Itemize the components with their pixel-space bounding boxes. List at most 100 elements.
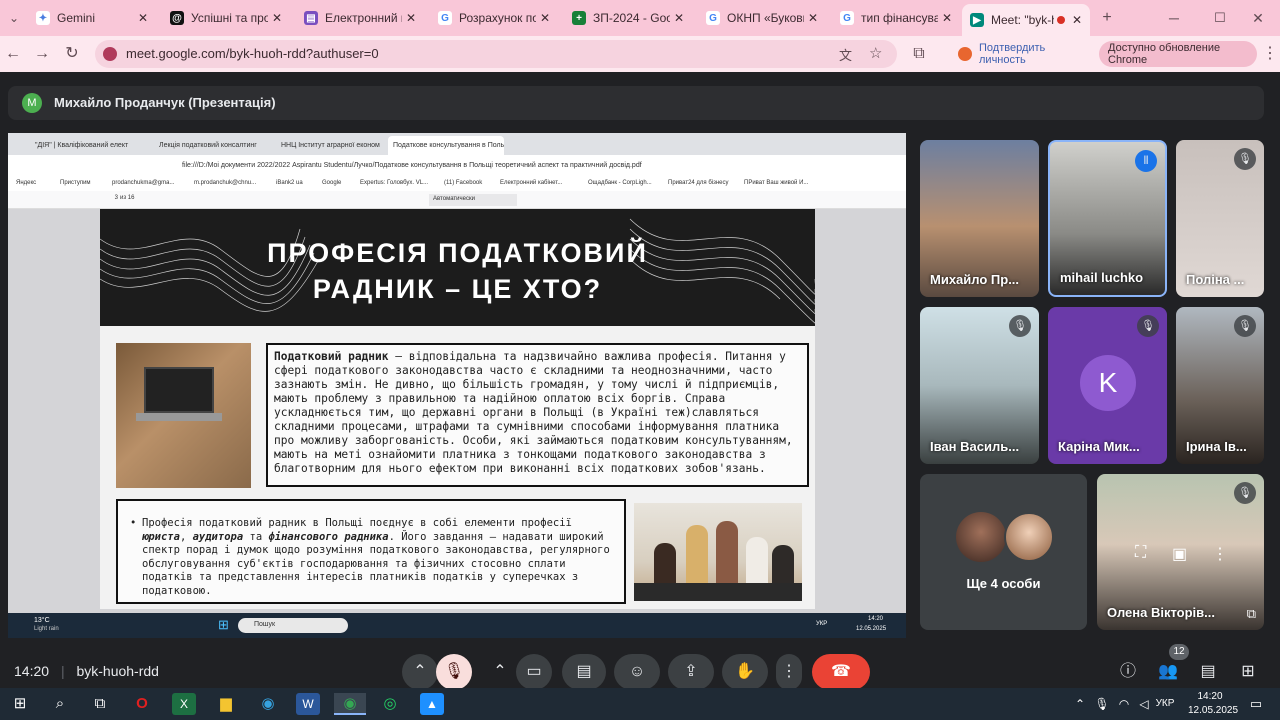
close-icon[interactable]: ✕ xyxy=(406,11,416,25)
browser-tab-bar: ⌄ ✦Gemini✕ @Успішні та пров✕ ▤Електронни… xyxy=(0,0,1280,36)
chat-button[interactable]: ▤ xyxy=(1192,654,1224,690)
tab-cabinet[interactable]: ▤Електронний ка✕ xyxy=(296,4,424,32)
language-indicator[interactable]: УКР xyxy=(1152,693,1178,715)
camera-icon: ▭ xyxy=(526,663,542,680)
excel-icon[interactable]: X xyxy=(172,693,196,715)
laptop-photo xyxy=(116,343,251,488)
chrome-icon[interactable]: ◉ xyxy=(334,693,366,715)
shared-bookmarks-bar: Яндекс Приступим prodanchukma@gma... m.p… xyxy=(8,177,906,191)
meeting-details-button[interactable]: ⓘ xyxy=(1112,654,1144,690)
google-icon: G xyxy=(438,11,452,25)
more-icon[interactable]: ⋮ xyxy=(1212,544,1228,564)
participant-tile-speaking[interactable]: ⦀ mihail luchko xyxy=(1048,140,1167,297)
translate-icon[interactable]: 文 xyxy=(839,45,852,64)
camera-button[interactable]: ▭ xyxy=(516,654,552,690)
tab-finansuvannya[interactable]: Gтип фінансуван✕ xyxy=(832,4,960,32)
people-count-badge: 12 xyxy=(1169,644,1189,660)
others-tile[interactable]: Ще 4 особи xyxy=(920,474,1087,630)
tab-threads[interactable]: @Успішні та пров✕ xyxy=(162,4,290,32)
new-tab-button[interactable]: + xyxy=(1097,8,1117,28)
captions-icon: ▤ xyxy=(576,663,592,680)
mic-off-icon: 🎙 xyxy=(1137,315,1159,337)
tray-chevron-icon[interactable]: ⌃ xyxy=(1068,693,1092,715)
menu-icon[interactable]: ⋮ xyxy=(1260,44,1280,64)
participant-tile[interactable]: 🎙 Іван Василь... xyxy=(920,307,1039,464)
shared-tab: ННЦ Інститут аграрної економ xyxy=(281,142,380,149)
search-icon[interactable]: ⌕ xyxy=(48,693,72,715)
more-options-button[interactable]: ⋮ xyxy=(776,654,802,690)
bullet-marker: • xyxy=(130,517,137,529)
present-icon: ⇪ xyxy=(684,663,698,680)
close-icon[interactable]: ✕ xyxy=(808,11,818,25)
edge-icon[interactable]: ◉ xyxy=(256,693,280,715)
tab-meet[interactable]: ▶ Meet: "byk-h ✕ xyxy=(962,4,1090,36)
frame-icon[interactable]: ⛶ xyxy=(1135,544,1146,562)
opera-icon[interactable]: O xyxy=(130,693,154,715)
pdf-viewer: ПРОФЕСІЯ ПОДАТКОВИЙ РАДНИК – ЦЕ ХТО? Под… xyxy=(8,209,906,613)
close-icon[interactable]: ✕ xyxy=(138,11,148,25)
google-icon: G xyxy=(840,11,854,25)
close-icon[interactable]: ✕ xyxy=(272,11,282,25)
presenter-name: Михайло Проданчук (Презентація) xyxy=(54,95,276,110)
bookmark-star-icon[interactable]: ☆ xyxy=(869,44,882,62)
whatsapp-icon[interactable]: ◎ xyxy=(378,693,402,715)
recording-dot-icon xyxy=(1056,16,1065,24)
captions-button[interactable]: ▤ xyxy=(562,654,606,690)
emoji-button[interactable]: ☺ xyxy=(614,654,660,690)
info-icon: ⓘ xyxy=(1119,663,1136,680)
pip-icon[interactable]: ⧉ xyxy=(1247,606,1256,622)
participant-tile[interactable]: 🎙 K Каріна Мик... xyxy=(1048,307,1167,464)
team-photo xyxy=(634,503,802,601)
leave-call-button[interactable]: ☎ xyxy=(812,654,870,690)
threads-icon: @ xyxy=(170,11,184,25)
chrome-update-button[interactable]: Доступно обновление Chrome xyxy=(1099,41,1257,67)
participant-tile[interactable]: 🎙 Ірина Ів... xyxy=(1176,307,1264,464)
minimize-icon[interactable]: ─ xyxy=(1164,8,1184,28)
hand-icon: ✋ xyxy=(735,663,755,680)
raise-hand-button[interactable]: ✋ xyxy=(722,654,768,690)
audio-options-button[interactable]: ⌃ xyxy=(402,654,438,690)
people-button[interactable]: 👥 12 xyxy=(1152,644,1189,690)
slide-page: ПРОФЕСІЯ ПОДАТКОВИЙ РАДНИК – ЦЕ ХТО? Под… xyxy=(100,209,815,609)
file-explorer-icon[interactable]: ▆ xyxy=(214,693,238,715)
windows-start-icon[interactable]: ⊞ xyxy=(8,693,32,715)
reload-icon[interactable]: ↻ xyxy=(62,44,82,64)
mic-off-icon: 🎙 xyxy=(1009,315,1031,337)
site-info-icon[interactable] xyxy=(103,47,117,61)
activities-button[interactable]: ⊞ xyxy=(1232,654,1264,690)
forward-icon[interactable]: → xyxy=(32,44,52,64)
notifications-icon[interactable]: ▭ xyxy=(1244,693,1268,715)
close-icon[interactable]: ✕ xyxy=(674,11,684,25)
participant-tile[interactable]: 🎙 Поліна ... xyxy=(1176,140,1264,297)
maximize-icon[interactable]: ☐ xyxy=(1210,8,1230,28)
present-button[interactable]: ⇪ xyxy=(668,654,714,690)
word-icon[interactable]: W xyxy=(296,693,320,715)
shared-screen: "ДІЯ" | Кваліфікований елект Лекція пода… xyxy=(8,133,906,638)
close-icon[interactable]: ✕ xyxy=(1072,13,1082,27)
tab-rozrahunok[interactable]: G Розрахунок пок ✕ xyxy=(430,4,558,32)
address-bar[interactable]: meet.google.com/byk-huoh-rdd?authuser=0 … xyxy=(95,40,897,68)
participant-tile[interactable]: Михайло Пр... xyxy=(920,140,1039,297)
mic-off-button[interactable]: 🎙 xyxy=(436,654,472,690)
tab-zp2024[interactable]: +ЗП-2024 - Goog✕ xyxy=(564,4,692,32)
participant-tile[interactable]: 🎙 ⛶ ▣ ⋮ Олена Вікторів... ⧉ xyxy=(1097,474,1264,630)
app-icon[interactable]: ▲ xyxy=(420,693,444,715)
tab-oknp[interactable]: GОКНП «Буковин✕ xyxy=(698,4,826,32)
close-icon[interactable]: ✕ xyxy=(942,11,952,25)
presenter-avatar: M xyxy=(22,93,42,113)
back-icon[interactable]: ← xyxy=(3,44,23,64)
tab-search-icon[interactable]: ⌄ xyxy=(4,8,24,28)
effects-icon[interactable]: ▣ xyxy=(1172,544,1187,564)
close-icon[interactable]: ✕ xyxy=(540,11,550,25)
tray-mic-icon[interactable]: 🎙 xyxy=(1090,693,1114,715)
task-view-icon[interactable]: ⧉ xyxy=(88,693,112,715)
sheets-icon: + xyxy=(572,11,586,25)
doc-icon: ▤ xyxy=(304,11,318,25)
extensions-icon[interactable]: ⧉ xyxy=(909,44,929,64)
verify-identity-button[interactable]: Доступно обновление ChromeПодтвердить ли… xyxy=(949,41,1091,67)
windows-clock[interactable]: 14:20 12.05.2025 xyxy=(1188,690,1238,718)
video-options-button[interactable]: ⌃ xyxy=(482,654,518,690)
speaking-icon: ⦀ xyxy=(1135,150,1157,172)
tab-gemini[interactable]: ✦ Gemini ✕ xyxy=(28,4,156,32)
close-window-icon[interactable]: ✕ xyxy=(1248,8,1268,28)
